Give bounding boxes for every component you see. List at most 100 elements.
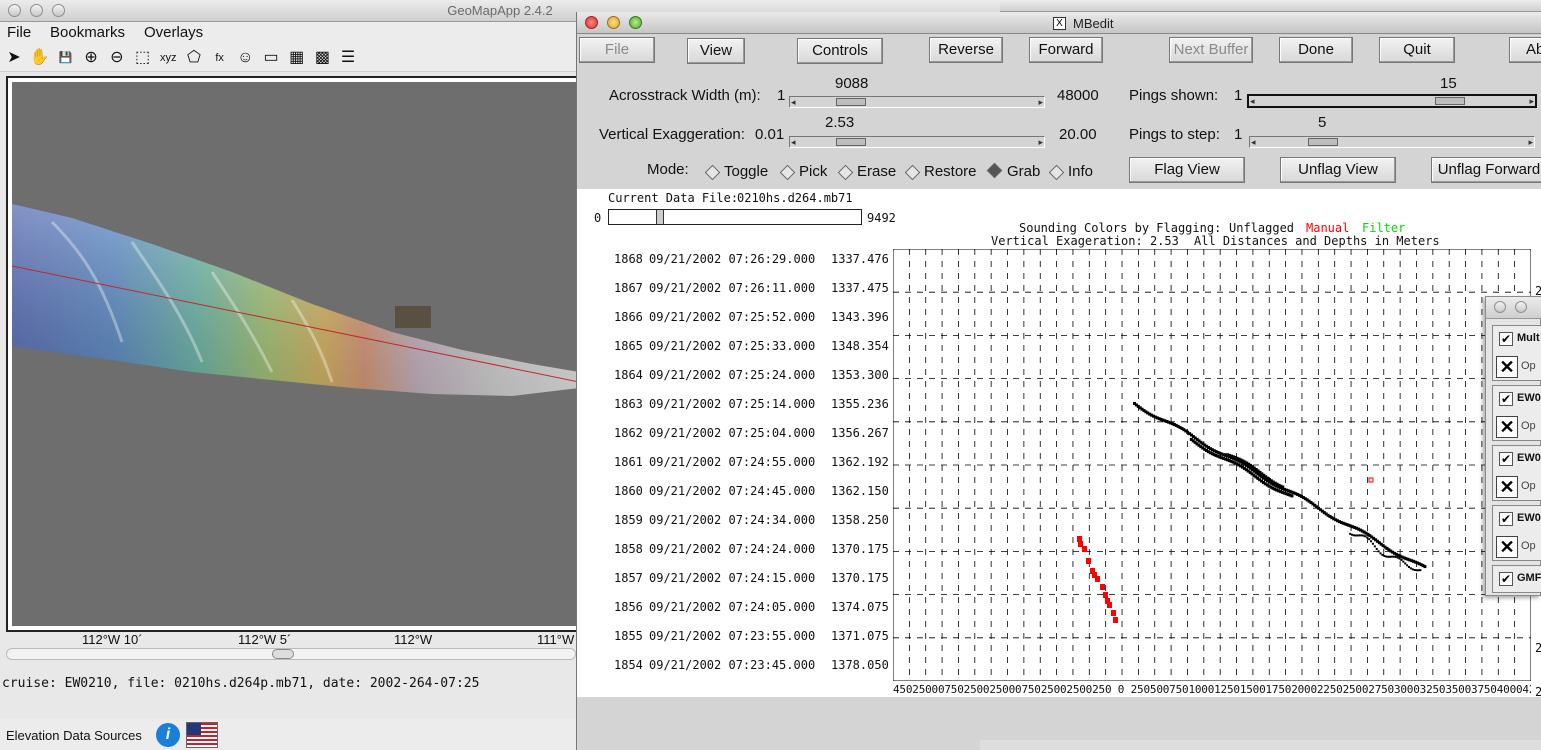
view-button[interactable]: View: [687, 38, 745, 64]
mode-info-label[interactable]: Info: [1068, 163, 1093, 180]
vertical-exaggeration-slider[interactable]: ◂ ▸: [789, 136, 1045, 148]
scroll-thumb[interactable]: [272, 649, 294, 659]
remove-layer-icon[interactable]: ✕: [1496, 476, 1518, 498]
mode-restore-radio[interactable]: [904, 164, 921, 181]
flagged-sounding: [1078, 541, 1083, 547]
ping-depth: 1353.300: [831, 368, 889, 382]
forward-button[interactable]: Forward: [1029, 37, 1103, 63]
sounding: [1402, 560, 1405, 563]
mode-grab-label[interactable]: Grab: [1007, 163, 1040, 180]
remove-layer-icon[interactable]: ✕: [1496, 416, 1518, 438]
controls-button[interactable]: Controls: [797, 38, 883, 64]
acrosstrack-slider[interactable]: ◂ ▸: [789, 96, 1045, 108]
units-caption: All Distances and Depths in Meters: [1194, 234, 1440, 248]
grid-icon[interactable]: ▦: [285, 46, 309, 70]
pings-to-step-slider[interactable]: ◂ ▸: [1249, 136, 1535, 148]
mode-toggle-label[interactable]: Toggle: [724, 163, 768, 180]
reverse-button[interactable]: Reverse: [929, 37, 1003, 63]
file-button[interactable]: File: [579, 37, 655, 63]
sounding: [1409, 567, 1412, 570]
select-rect-icon[interactable]: ⬚: [131, 46, 155, 70]
layer-visible-checkbox[interactable]: ✔: [1499, 572, 1513, 586]
save-icon[interactable]: 💾: [53, 46, 77, 70]
mode-pick-label[interactable]: Pick: [799, 163, 827, 180]
zoom-in-icon[interactable]: ⊕: [79, 46, 103, 70]
frame-icon[interactable]: ▭: [259, 46, 283, 70]
ping-datetime: 09/21/2002 07:25:52.000: [649, 310, 816, 324]
lasso-icon[interactable]: ⬠: [182, 46, 206, 70]
mbedit-titlebar: X MBedit: [577, 12, 1541, 34]
slider-thumb[interactable]: [1435, 97, 1465, 105]
minimize-button[interactable]: [1515, 301, 1527, 313]
mask-icon[interactable]: ☺: [233, 46, 257, 70]
mode-toggle-radio[interactable]: [704, 164, 721, 181]
next-buffer-button[interactable]: Next Buffer: [1169, 37, 1253, 63]
sounding-display[interactable]: Current Data File: 0210hs.d264.mb71 0 94…: [577, 189, 1541, 699]
ping-id: 1865: [614, 339, 643, 353]
slider-thumb[interactable]: [656, 210, 664, 224]
close-button[interactable]: [1494, 301, 1506, 313]
list-icon[interactable]: ☰: [336, 46, 360, 70]
pings-shown-slider[interactable]: ◂ ▸: [1247, 94, 1537, 108]
us-flag-icon[interactable]: [186, 722, 218, 748]
hand-icon[interactable]: ✋: [28, 46, 52, 70]
ping-depth: 1337.475: [831, 281, 889, 295]
layer-visible-checkbox[interactable]: ✔: [1499, 332, 1513, 346]
sounding: [1389, 555, 1392, 558]
slider-thumb[interactable]: [836, 98, 866, 106]
minimize-button[interactable]: [607, 16, 620, 29]
ping-id: 1857: [614, 571, 643, 585]
zoom-out-icon[interactable]: ⊖: [105, 46, 129, 70]
mode-erase-radio[interactable]: [837, 164, 854, 181]
layer-opacity-label: Op: [1521, 360, 1536, 372]
layer-visible-checkbox[interactable]: ✔: [1499, 392, 1513, 406]
ping-id: 1863: [614, 397, 643, 411]
remove-layer-icon[interactable]: ✕: [1496, 536, 1518, 558]
sounding: [1400, 558, 1403, 561]
ping-id: 1861: [614, 455, 643, 469]
slider-thumb[interactable]: [836, 138, 866, 146]
menu-overlays[interactable]: Overlays: [144, 24, 203, 41]
sounding-plot[interactable]: [893, 249, 1531, 681]
unflag-view-button[interactable]: Unflag View: [1280, 157, 1396, 183]
sounding: [1377, 550, 1380, 553]
x-axis-labels: 4502500075025002500075025002500250 0 250…: [893, 683, 1531, 696]
fx-icon[interactable]: fx: [208, 46, 232, 70]
layer-visible-checkbox[interactable]: ✔: [1499, 512, 1513, 526]
horizontal-scrollbar[interactable]: [6, 648, 576, 660]
sounding: [1408, 565, 1411, 568]
nasa-grid-icon[interactable]: ▩: [310, 46, 334, 70]
mode-restore-label[interactable]: Restore: [924, 163, 977, 180]
mode-info-radio[interactable]: [1048, 164, 1065, 181]
remove-layer-icon[interactable]: ✕: [1496, 356, 1518, 378]
layer-name: EW0: [1517, 452, 1541, 464]
zoom-button[interactable]: [629, 16, 642, 29]
bathymetry-map[interactable]: [12, 82, 579, 626]
file-position-slider[interactable]: [608, 209, 862, 225]
mode-label: Mode:: [647, 161, 689, 178]
slider-thumb[interactable]: [1308, 138, 1338, 146]
layer-visible-checkbox[interactable]: ✔: [1499, 452, 1513, 466]
sounding: [1392, 555, 1395, 558]
sounding: [1349, 532, 1352, 535]
about-button[interactable]: Ab: [1509, 37, 1541, 63]
mode-pick-radio[interactable]: [779, 164, 796, 181]
sounding: [1358, 534, 1361, 537]
arrow-icon[interactable]: ➤: [2, 46, 26, 70]
mode-grab-radio[interactable]: [986, 162, 1003, 179]
menu-bookmarks[interactable]: Bookmarks: [50, 24, 125, 41]
xyz-icon[interactable]: xyz: [156, 46, 180, 70]
layer-row: ✔ GMF: [1492, 565, 1541, 593]
quit-button[interactable]: Quit: [1379, 37, 1455, 63]
menu-file[interactable]: File: [7, 24, 31, 41]
unflag-forward-button[interactable]: Unflag Forward: [1431, 157, 1541, 183]
flag-view-button[interactable]: Flag View: [1129, 157, 1245, 183]
sounding: [1406, 564, 1409, 567]
close-button[interactable]: [585, 16, 598, 29]
info-icon[interactable]: i: [156, 723, 180, 747]
mode-erase-label[interactable]: Erase: [857, 163, 896, 180]
done-button[interactable]: Done: [1279, 37, 1353, 63]
legend-unflagged: Unflagged: [1229, 221, 1295, 235]
sounding: [1394, 555, 1397, 558]
sounding: [1383, 555, 1386, 558]
